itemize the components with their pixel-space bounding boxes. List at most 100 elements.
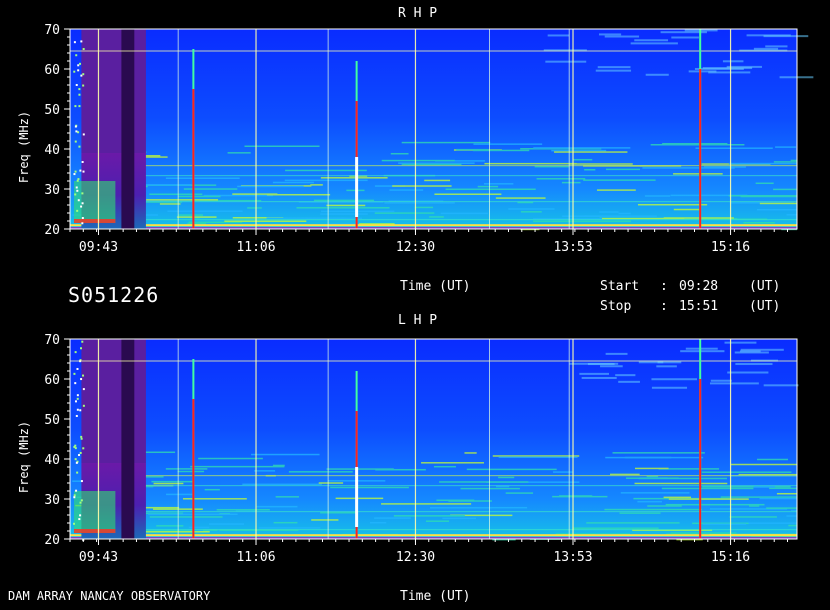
stop-unit: (UT) bbox=[749, 299, 781, 314]
edge-speckle bbox=[76, 189, 79, 192]
x-tick-label: 09:43 bbox=[79, 240, 118, 255]
emission-band bbox=[790, 159, 797, 162]
start-unit: (UT) bbox=[749, 279, 781, 294]
interference-line bbox=[130, 475, 797, 477]
interference-line bbox=[130, 165, 797, 167]
bottom-time-axis-label: Time (UT) bbox=[400, 589, 471, 604]
high-frequency-patch bbox=[545, 60, 587, 63]
high-frequency-patch bbox=[598, 33, 622, 36]
emission-band bbox=[759, 202, 797, 205]
high-frequency-patch bbox=[600, 365, 623, 368]
emission-band bbox=[188, 526, 210, 529]
edge-speckle bbox=[77, 199, 80, 202]
high-frequency-patch bbox=[569, 362, 619, 365]
edge-speckle bbox=[74, 193, 77, 196]
emission-band bbox=[320, 177, 388, 179]
emission-band bbox=[146, 199, 219, 201]
y-tick-label: 50 bbox=[44, 413, 60, 428]
edge-speckle bbox=[76, 397, 79, 400]
edge-speckle bbox=[74, 351, 77, 354]
edge-speckle bbox=[82, 374, 85, 377]
high-frequency-patch bbox=[746, 34, 791, 37]
edge-speckle bbox=[75, 83, 78, 86]
emission-band bbox=[421, 462, 484, 464]
low-band-glow bbox=[74, 491, 116, 533]
emission-band bbox=[634, 482, 728, 485]
emission-band bbox=[673, 208, 699, 211]
emission-band bbox=[586, 522, 680, 524]
emission-band bbox=[647, 505, 682, 507]
emission-band bbox=[198, 457, 263, 460]
emission-band bbox=[720, 496, 797, 498]
edge-speckle bbox=[80, 378, 83, 381]
high-frequency-patch bbox=[645, 73, 669, 76]
edge-speckle bbox=[73, 173, 76, 176]
high-frequency-patch bbox=[763, 384, 799, 387]
emission-band bbox=[369, 521, 387, 524]
edge-speckle bbox=[79, 451, 82, 454]
emission-band bbox=[748, 522, 797, 524]
emission-band bbox=[393, 515, 465, 517]
observatory-credit: DAM ARRAY NANCAY OBSERVATORY bbox=[8, 589, 211, 603]
emission-band bbox=[389, 189, 424, 191]
emission-band bbox=[620, 492, 690, 494]
edge-speckle bbox=[81, 192, 84, 195]
emission-band bbox=[756, 458, 789, 461]
emission-band bbox=[583, 179, 656, 181]
low-frequency-edge bbox=[70, 534, 797, 537]
edge-speckle bbox=[82, 48, 85, 51]
y-tick-label: 40 bbox=[44, 143, 60, 158]
x-tick-label: 11:06 bbox=[236, 550, 275, 565]
emission-band bbox=[786, 515, 797, 517]
edge-speckle bbox=[81, 217, 84, 220]
emission-band bbox=[638, 477, 727, 480]
emission-band bbox=[520, 211, 542, 213]
high-frequency-patch bbox=[708, 71, 751, 74]
emission-band bbox=[275, 496, 300, 498]
emission-band bbox=[273, 521, 298, 524]
emission-band bbox=[551, 149, 607, 152]
high-frequency-patch bbox=[615, 374, 636, 377]
edge-speckle bbox=[77, 64, 80, 67]
emission-band bbox=[498, 456, 578, 459]
edge-speckle bbox=[75, 130, 78, 133]
edge-speckle bbox=[74, 140, 77, 143]
emission-band bbox=[177, 470, 205, 473]
edge-speckle bbox=[81, 160, 84, 163]
interference-line bbox=[130, 175, 797, 177]
emission-band bbox=[258, 527, 321, 529]
emission-band bbox=[381, 503, 472, 505]
low-band-hot bbox=[74, 529, 116, 533]
edge-speckle bbox=[79, 501, 82, 504]
x-tick-label: 13:53 bbox=[553, 550, 592, 565]
edge-speckle bbox=[73, 496, 76, 499]
emission-band bbox=[573, 158, 593, 161]
emission-band bbox=[166, 493, 193, 496]
emission-band bbox=[384, 202, 455, 204]
emission-band bbox=[773, 161, 797, 163]
attenuated-gap bbox=[121, 29, 135, 229]
high-frequency-patch bbox=[656, 365, 677, 368]
emission-band bbox=[436, 499, 475, 502]
edge-speckle bbox=[75, 461, 78, 464]
session-id: S051226 bbox=[68, 283, 160, 307]
emission-band bbox=[572, 527, 659, 529]
y-tick-label: 20 bbox=[44, 533, 60, 548]
emission-band bbox=[208, 523, 245, 525]
high-frequency-patch bbox=[630, 42, 678, 45]
low-band-hot bbox=[74, 219, 116, 223]
stop-label: Stop bbox=[600, 299, 632, 314]
emission-band bbox=[668, 498, 749, 500]
edge-speckle bbox=[74, 458, 77, 461]
edge-speckle bbox=[82, 404, 85, 407]
emission-band bbox=[759, 497, 797, 500]
emission-band bbox=[599, 211, 619, 213]
edge-speckle bbox=[73, 41, 76, 44]
emission-band bbox=[702, 523, 747, 526]
edge-speckle bbox=[73, 522, 76, 525]
emission-band bbox=[381, 159, 455, 162]
emission-band bbox=[330, 486, 409, 489]
emission-band bbox=[374, 212, 435, 214]
emission-band bbox=[190, 465, 285, 468]
emission-band bbox=[151, 480, 193, 483]
